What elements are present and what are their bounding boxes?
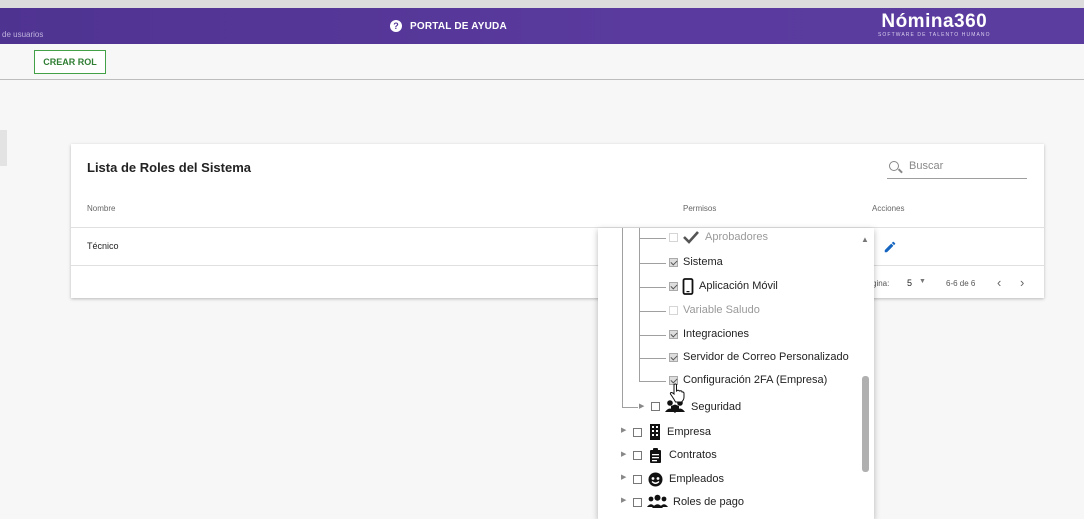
expand-caret-icon[interactable]: ▶ xyxy=(621,450,626,458)
employee-face-icon xyxy=(648,472,663,487)
tree-item-label: Aplicación Móvil xyxy=(699,280,778,292)
app-logo: Nómina360 SOFTWARE DE TALENTO HUMANO xyxy=(878,11,991,38)
scrollbar-thumb[interactable] xyxy=(862,376,869,472)
scroll-up-arrow-icon[interactable]: ▲ xyxy=(861,235,869,244)
search-box xyxy=(887,158,1029,179)
tree-guide xyxy=(639,381,666,382)
chevron-down-icon[interactable]: ▼ xyxy=(919,278,926,285)
users-group-icon xyxy=(647,494,668,508)
card-title: Lista de Roles del Sistema xyxy=(87,160,252,175)
tree-item-label: Contratos xyxy=(669,449,717,461)
clipboard-icon xyxy=(650,448,661,463)
create-role-button[interactable]: CREAR ROL xyxy=(34,50,106,74)
checkbox[interactable] xyxy=(633,451,642,460)
column-header-actions: Acciones xyxy=(872,204,905,213)
roles-list-card: Lista de Roles del Sistema Nombre Permis… xyxy=(71,144,1044,298)
checkbox[interactable] xyxy=(651,402,660,411)
column-header-permissions: Permisos xyxy=(683,204,717,213)
tree-guide xyxy=(639,311,666,312)
tree-item-label: Roles de pago xyxy=(673,496,744,508)
column-header-name[interactable]: Nombre xyxy=(87,204,115,213)
tree-guide xyxy=(639,358,666,359)
tree-item-label: Seguridad xyxy=(691,401,742,413)
prev-page-icon[interactable]: ‹ xyxy=(997,275,1001,290)
help-portal-link[interactable]: ? PORTAL DE AYUDA xyxy=(390,20,507,32)
checkbox[interactable] xyxy=(669,330,678,339)
tree-item-label: Aprobadores xyxy=(705,231,768,243)
logo-title: Nómina360 xyxy=(881,11,988,32)
row-divider xyxy=(71,265,1044,266)
tree-guide xyxy=(639,335,666,336)
expand-caret-icon[interactable]: ▶ xyxy=(639,402,644,410)
tree-item-label: Configuración 2FA (Empresa) xyxy=(683,374,828,386)
check-icon xyxy=(683,231,699,244)
pagination-range: 6-6 de 6 xyxy=(946,279,976,288)
hand-pointer-cursor-icon xyxy=(669,383,685,403)
logo-subtitle: SOFTWARE DE TALENTO HUMANO xyxy=(878,32,991,38)
tree-item-label: Empleados xyxy=(669,473,725,485)
role-name-cell: Técnico xyxy=(87,241,119,251)
tree-guide xyxy=(639,287,666,288)
tree-guide xyxy=(639,263,666,264)
checkbox[interactable] xyxy=(633,475,642,484)
search-icon xyxy=(889,161,899,171)
mobile-phone-icon xyxy=(682,278,694,295)
expand-caret-icon[interactable]: ▶ xyxy=(621,473,626,481)
window-top-strip xyxy=(0,0,1084,8)
checkbox[interactable] xyxy=(669,353,678,362)
tree-item-label: Empresa xyxy=(667,426,712,438)
app-header: de usuarios ? PORTAL DE AYUDA Nómina360 … xyxy=(0,8,1084,44)
checkbox[interactable] xyxy=(669,282,678,291)
help-portal-label: PORTAL DE AYUDA xyxy=(410,20,507,32)
search-input[interactable] xyxy=(907,159,1029,173)
tree-item-label: Sistema xyxy=(683,256,723,268)
tree-guide xyxy=(639,238,666,239)
rows-per-page-select[interactable]: 5 xyxy=(907,278,912,288)
expand-caret-icon[interactable]: ▶ xyxy=(621,426,626,434)
rows-per-page-label: gina: xyxy=(872,279,890,288)
help-icon: ? xyxy=(390,20,402,32)
expand-caret-icon[interactable]: ▶ xyxy=(621,496,626,504)
permissions-tree-dropdown: Aprobadores Sistema Aplicación Móvil Var… xyxy=(598,228,874,519)
breadcrumb[interactable]: de usuarios xyxy=(2,30,43,39)
checkbox[interactable] xyxy=(669,306,678,315)
tree-item-label: Servidor de Correo Personalizado xyxy=(683,351,849,363)
tree-guide xyxy=(622,407,638,408)
tree-item-label: Variable Saludo xyxy=(683,304,760,316)
checkbox[interactable] xyxy=(669,258,678,267)
checkbox[interactable] xyxy=(633,428,642,437)
checkbox[interactable] xyxy=(669,233,678,242)
divider xyxy=(0,79,1084,80)
tree-guide xyxy=(622,228,623,407)
building-icon xyxy=(650,424,660,440)
header-divider xyxy=(71,227,1044,228)
next-page-icon[interactable]: › xyxy=(1020,275,1024,290)
checkbox[interactable] xyxy=(633,498,642,507)
side-drawer-handle[interactable] xyxy=(0,130,7,166)
edit-pencil-icon[interactable] xyxy=(883,240,897,254)
tree-item-label: Integraciones xyxy=(683,328,750,340)
